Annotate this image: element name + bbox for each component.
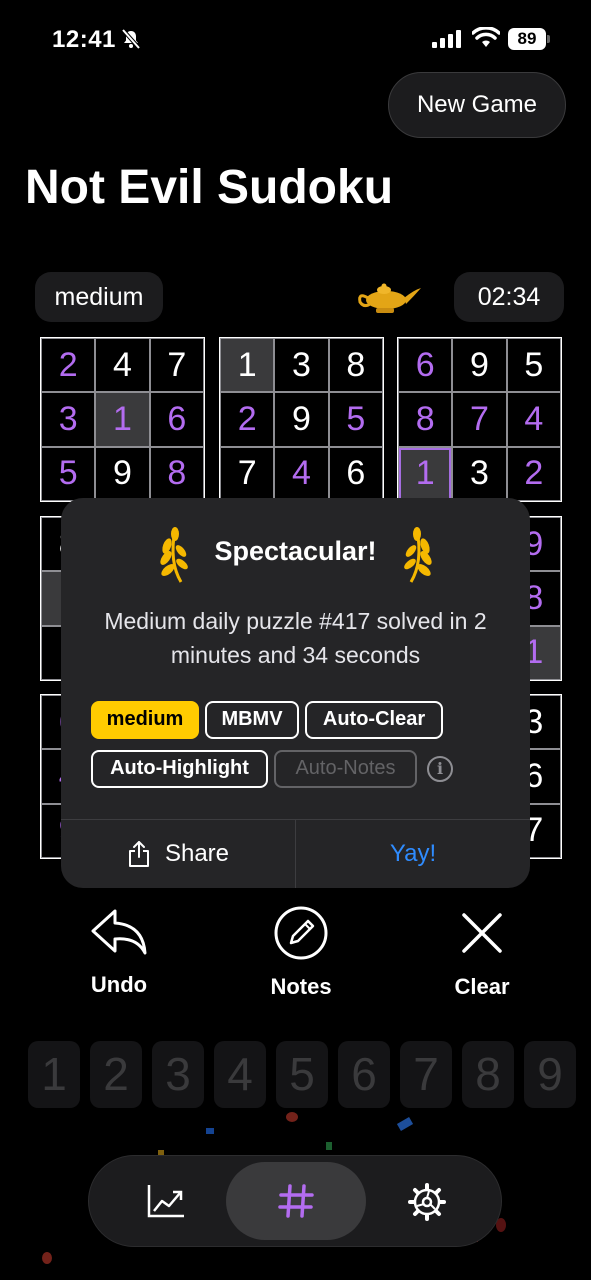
- tag-auto-highlight: Auto-Highlight: [91, 750, 268, 788]
- number-key-8[interactable]: 8: [462, 1041, 514, 1108]
- confetti-piece: [396, 1117, 414, 1131]
- number-key-6[interactable]: 6: [338, 1041, 390, 1108]
- sudoku-cell[interactable]: 5: [506, 338, 561, 393]
- clear-label: Clear: [454, 974, 510, 999]
- bell-muted-icon: [121, 28, 141, 50]
- cellular-signal-icon: [432, 30, 461, 48]
- tag-medium: medium: [91, 701, 199, 739]
- wifi-icon: [472, 27, 500, 47]
- number-key-9[interactable]: 9: [524, 1041, 576, 1108]
- close-x-icon: [462, 913, 502, 953]
- sudoku-cell[interactable]: 5: [328, 392, 383, 447]
- difficulty-badge: medium: [35, 272, 163, 322]
- yay-button[interactable]: Yay!: [296, 820, 530, 888]
- tag-auto-clear: Auto-Clear: [305, 701, 443, 739]
- status-time: 12:41: [52, 26, 116, 53]
- genie-lamp-icon[interactable]: [356, 278, 422, 316]
- sudoku-cell[interactable]: 3: [274, 338, 329, 393]
- notes-button[interactable]: Notes: [241, 905, 361, 1000]
- sudoku-cell[interactable]: 5: [41, 446, 96, 501]
- sudoku-cell[interactable]: 7: [220, 446, 275, 501]
- tag-mbmv: MBMV: [205, 701, 299, 739]
- new-game-button[interactable]: New Game: [388, 72, 566, 138]
- sudoku-cell[interactable]: 7: [452, 392, 507, 447]
- battery-tip: [547, 35, 550, 43]
- sudoku-cell[interactable]: 3: [452, 446, 507, 501]
- dialog-title: Spectacular!: [214, 536, 377, 566]
- share-icon: [128, 841, 149, 867]
- game-timer: 02:34: [454, 272, 564, 322]
- sudoku-cell[interactable]: 2: [506, 446, 561, 501]
- sudoku-cell[interactable]: 7: [149, 338, 204, 393]
- sudoku-box: 138295746: [219, 337, 384, 502]
- settings-gear-icon[interactable]: [407, 1182, 447, 1222]
- dialog-message: Medium daily puzzle #417 solved in 2 min…: [104, 608, 487, 668]
- confetti-piece: [326, 1142, 332, 1150]
- sudoku-cell[interactable]: 8: [398, 392, 453, 447]
- grid-hash-icon[interactable]: [277, 1182, 315, 1220]
- clear-button[interactable]: Clear: [422, 905, 542, 1000]
- undo-label: Undo: [90, 972, 148, 997]
- sudoku-cell[interactable]: 1: [95, 392, 150, 447]
- completion-dialog: Spectacular! Medium daily puzzle #417 so…: [61, 498, 530, 888]
- tab-bar: [88, 1155, 502, 1247]
- sudoku-cell[interactable]: 4: [506, 392, 561, 447]
- confetti-piece: [206, 1128, 214, 1134]
- laurel-right-icon: [404, 527, 432, 583]
- info-icon[interactable]: i: [427, 756, 453, 782]
- confetti-piece: [286, 1112, 298, 1122]
- sudoku-cell[interactable]: 4: [95, 338, 150, 393]
- sudoku-box: 695874132: [397, 337, 562, 502]
- sudoku-cell[interactable]: 2: [220, 392, 275, 447]
- sudoku-box: 247316598: [40, 337, 205, 502]
- sudoku-cell[interactable]: 4: [274, 446, 329, 501]
- number-key-7[interactable]: 7: [400, 1041, 452, 1108]
- battery-indicator: 89: [508, 28, 546, 50]
- sudoku-cell[interactable]: 3: [41, 392, 96, 447]
- number-key-2[interactable]: 2: [90, 1041, 142, 1108]
- share-button[interactable]: Share: [61, 820, 295, 888]
- confetti-piece: [42, 1252, 52, 1264]
- page-title: Not Evil Sudoku: [25, 161, 394, 214]
- undo-button[interactable]: Undo: [59, 905, 179, 998]
- sudoku-cell[interactable]: 9: [95, 446, 150, 501]
- number-key-4[interactable]: 4: [214, 1041, 266, 1108]
- number-key-3[interactable]: 3: [152, 1041, 204, 1108]
- share-label: Share: [164, 840, 230, 867]
- sudoku-cell[interactable]: 1: [398, 446, 453, 501]
- sudoku-cell[interactable]: 6: [328, 446, 383, 501]
- sudoku-cell[interactable]: 6: [398, 338, 453, 393]
- number-key-5[interactable]: 5: [276, 1041, 328, 1108]
- sudoku-cell[interactable]: 6: [149, 392, 204, 447]
- sudoku-cell[interactable]: 2: [41, 338, 96, 393]
- chart-icon[interactable]: [146, 1183, 186, 1219]
- status-bar: 12:41 89: [0, 0, 591, 80]
- sudoku-cell[interactable]: 1: [220, 338, 275, 393]
- undo-icon: [91, 909, 147, 955]
- sudoku-cell[interactable]: 8: [328, 338, 383, 393]
- number-key-1[interactable]: 1: [28, 1041, 80, 1108]
- notes-label: Notes: [270, 974, 332, 999]
- tag-auto-notes: Auto-Notes: [274, 750, 417, 788]
- sudoku-cell[interactable]: 9: [274, 392, 329, 447]
- sudoku-cell[interactable]: 9: [452, 338, 507, 393]
- pencil-circle-icon: [274, 906, 328, 960]
- sudoku-cell[interactable]: 8: [149, 446, 204, 501]
